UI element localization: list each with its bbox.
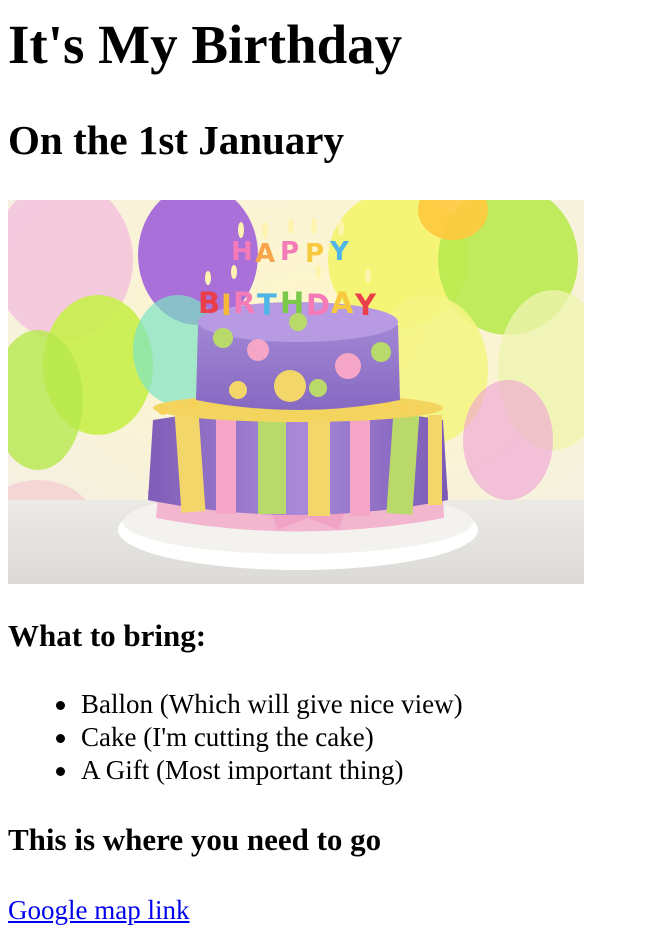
svg-text:P: P [280,237,299,267]
svg-text:H: H [280,286,304,320]
page-subtitle: On the 1st January [8,117,345,163]
list-item: Cake (I'm cutting the cake) [56,721,463,754]
svg-text:B: B [198,286,220,320]
svg-text:P: P [305,239,324,269]
bullet-icon [56,767,65,776]
list-item-text: Cake (I'm cutting the cake) [81,722,374,752]
svg-text:Y: Y [329,237,350,267]
svg-text:H: H [231,237,253,267]
svg-text:A: A [331,286,354,320]
bullet-icon [56,734,65,743]
list-item: Ballon (Which will give nice view) [56,688,463,721]
google-map-link[interactable]: Google map link [8,894,189,927]
list-item: A Gift (Most important thing) [56,754,463,787]
svg-text:Y: Y [354,288,377,322]
svg-text:I: I [221,288,232,322]
bullet-icon [56,701,65,710]
svg-text:A: A [255,239,275,269]
directions-heading: This is where you need to go [8,822,382,857]
birthday-cake-image: H A P P Y B I R T H D A Y [8,200,584,584]
bring-list: Ballon (Which will give nice view) Cake … [8,688,463,787]
list-item-text: Ballon (Which will give nice view) [81,689,463,719]
list-item-text: A Gift (Most important thing) [81,755,404,785]
svg-text:T: T [257,288,277,322]
svg-text:D: D [306,288,330,322]
what-to-bring-heading: What to bring: [8,618,207,653]
page-title: It's My Birthday [8,14,403,75]
svg-text:R: R [233,286,255,320]
